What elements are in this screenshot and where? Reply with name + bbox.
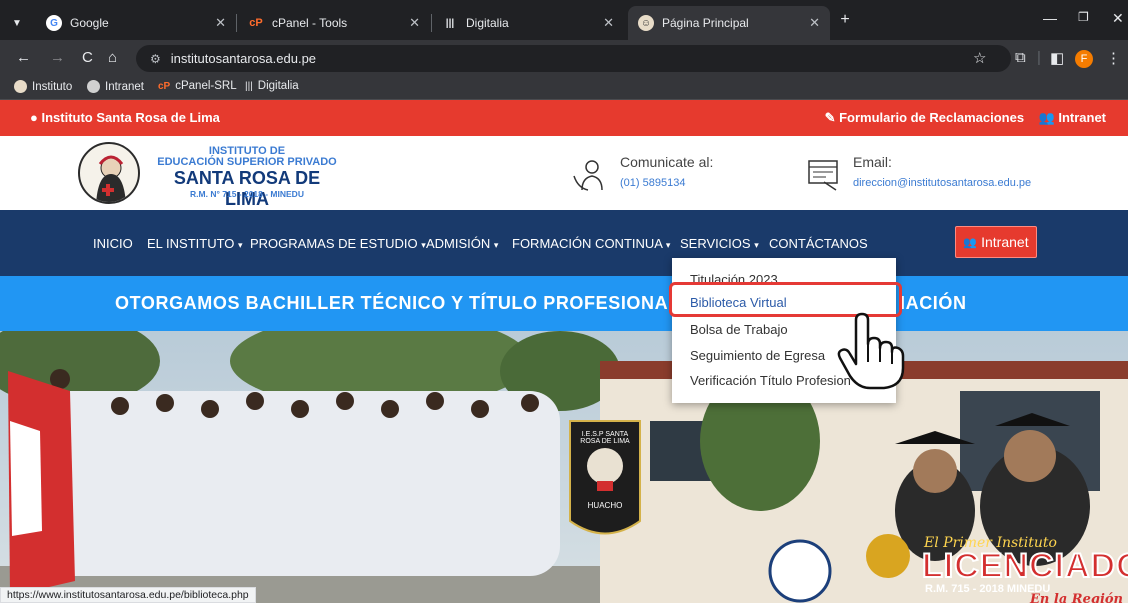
caret-down-icon: ▾	[238, 240, 243, 250]
bookmark-digitalia[interactable]: ||| Digitalia	[245, 80, 299, 92]
nav-admision[interactable]: ADMISIÓN ▾	[426, 236, 498, 251]
site-header: INSTITUTO DE EDUCACIÓN SUPERIOR PRIVADO …	[0, 136, 1128, 210]
top-intranet-link[interactable]: 👥 Intranet	[1039, 110, 1106, 125]
home-icon[interactable]: ⌂	[108, 49, 117, 66]
bookmark-intranet[interactable]: Intranet	[87, 80, 144, 93]
phone-number[interactable]: (01) 5895134	[620, 177, 685, 189]
users-icon: 👥	[963, 236, 978, 249]
caret-down-icon: ▾	[665, 240, 671, 250]
menu-item-verificacion-titulo[interactable]: Verificación Título Profesion	[690, 373, 851, 388]
claims-link[interactable]: ✎ Formulario de Reclamaciones	[825, 110, 1024, 125]
minimize-icon[interactable]: —	[1043, 10, 1057, 26]
bookmark-instituto[interactable]: Instituto	[14, 80, 72, 93]
site-favicon-icon: ☺	[638, 15, 654, 31]
close-icon[interactable]: ✕	[809, 15, 820, 31]
nav-formacion-continua[interactable]: FORMACIÓN CONTINUA ▾	[512, 236, 670, 251]
tab-cpanel[interactable]: cP cPanel - Tools ✕	[238, 6, 430, 40]
reload-icon[interactable]: C	[82, 49, 93, 66]
bookmark-cpanel[interactable]: cP cPanel-SRL	[158, 80, 237, 92]
close-icon[interactable]: ✕	[215, 15, 226, 31]
nav-programas[interactable]: PROGRAMAS DE ESTUDIO ▾	[250, 236, 426, 251]
site-favicon-icon	[87, 80, 100, 93]
hand-pointer-icon	[837, 312, 905, 390]
flag-banner-text: I.E.S.P SANTA ROSA DE LIMA	[580, 431, 630, 445]
profile-avatar[interactable]: F	[1075, 50, 1093, 68]
tab-digitalia[interactable]: ||| Digitalia ✕	[432, 6, 624, 40]
chevron-down-icon: ▼	[12, 17, 22, 29]
top-info-bar: ● Instituto Santa Rosa de Lima ✎ Formula…	[0, 100, 1128, 136]
menu-item-seguimiento-egresados[interactable]: Seguimiento de Egresa	[690, 348, 825, 363]
back-icon[interactable]: ←	[16, 49, 31, 66]
tab-google[interactable]: G Google ✕	[36, 6, 236, 40]
email-icon	[808, 160, 838, 191]
extensions-icon[interactable]: ⧉	[1015, 49, 1026, 66]
google-icon: G	[46, 15, 62, 31]
phone-support-icon	[573, 160, 603, 191]
location-link[interactable]: ● Instituto Santa Rosa de Lima	[30, 110, 220, 125]
cpanel-icon: cP	[249, 17, 263, 29]
close-icon[interactable]: ✕	[603, 15, 614, 31]
map-pin-icon: ●	[30, 110, 38, 125]
caret-down-icon: ▾	[754, 240, 759, 250]
email-link[interactable]: direccion@institutosantarosa.edu.pe	[853, 177, 1031, 189]
menu-icon[interactable]: ⋮	[1106, 49, 1121, 67]
announcement-banner: OTORGAMOS BACHILLER TÉCNICO Y TÍTULO PRO…	[0, 276, 1128, 331]
bookmarks-bar: Instituto Intranet cP cPanel-SRL ||| Dig…	[0, 76, 1128, 100]
web-page: ● Instituto Santa Rosa de Lima ✎ Formula…	[0, 100, 1128, 603]
address-bar[interactable]: ⚙ institutosantarosa.edu.pe	[136, 45, 1011, 72]
nav-el-instituto[interactable]: EL INSTITUTO ▾	[147, 236, 243, 251]
promo-region: En la Región	[1030, 592, 1123, 603]
main-navigation: INICIO EL INSTITUTO ▾ PROGRAMAS DE ESTUD…	[0, 210, 1128, 276]
close-window-icon[interactable]: ✕	[1112, 10, 1124, 27]
star-icon[interactable]: ☆	[973, 49, 986, 67]
browser-tab-bar: ▼ G Google ✕ cP cPanel - Tools ✕ ||| Dig…	[0, 0, 1128, 40]
cpanel-icon: cP	[158, 80, 171, 92]
nav-contactanos[interactable]: CONTÁCTANOS	[769, 236, 868, 251]
digitalia-icon: |||	[245, 80, 253, 92]
hero-image: I.E.S.P SANTA ROSA DE LIMA HUACHO El Pri…	[0, 331, 1128, 603]
intranet-button[interactable]: 👥 Intranet	[955, 226, 1037, 258]
pencil-icon: ✎	[824, 110, 836, 125]
digitalia-icon: |||	[445, 17, 455, 29]
sidepanel-icon[interactable]: ◧	[1050, 49, 1064, 67]
tab-pagina-principal[interactable]: ☺ Página Principal ✕	[628, 6, 830, 40]
santa-rosa-logo[interactable]	[78, 142, 140, 204]
flag-banner-city: HUACHO	[587, 501, 623, 510]
caret-down-icon: ▾	[493, 240, 499, 250]
nav-servicios[interactable]: SERVICIOS ▾	[680, 236, 759, 251]
site-info-icon[interactable]: ⚙	[150, 52, 161, 66]
restore-icon[interactable]: ❐	[1078, 10, 1089, 24]
menu-item-bolsa-trabajo[interactable]: Bolsa de Trabajo	[690, 322, 788, 337]
browser-toolbar: ← → C ⌂ ⚙ institutosantarosa.edu.pe ☆ ⧉ …	[0, 40, 1128, 76]
plus-icon: +	[840, 11, 850, 28]
nav-inicio[interactable]: INICIO	[93, 236, 133, 251]
status-bar-url: https://www.institutosantarosa.edu.pe/bi…	[0, 587, 256, 603]
promo-licenciado: LICENCIADO	[921, 546, 1128, 586]
forward-icon[interactable]: →	[50, 49, 65, 66]
tab-search-button[interactable]: ▼	[4, 6, 30, 40]
users-icon: 👥	[1038, 110, 1055, 125]
site-favicon-icon	[14, 80, 27, 93]
new-tab-button[interactable]: +	[834, 9, 856, 31]
close-icon[interactable]: ✕	[409, 15, 420, 31]
